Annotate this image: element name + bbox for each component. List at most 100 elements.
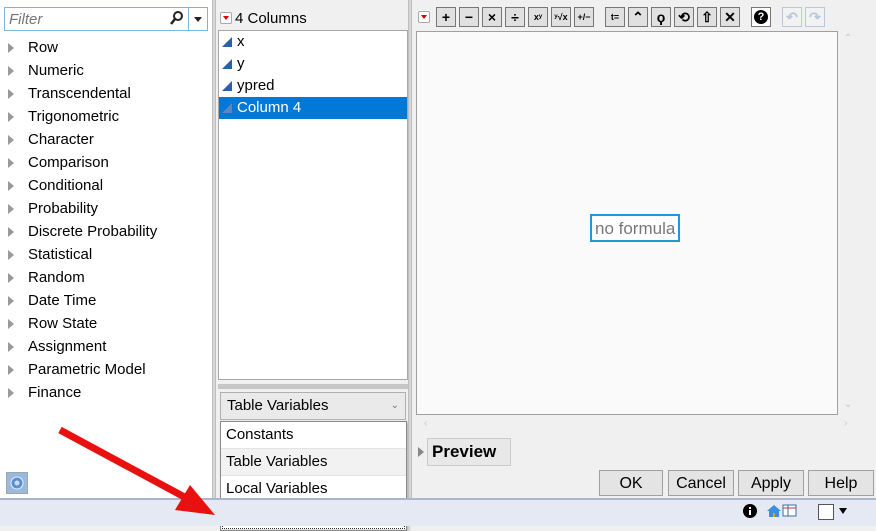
expand-triangle-icon[interactable]: [8, 226, 14, 237]
function-category-item[interactable]: Assignment: [8, 335, 157, 358]
assign-button[interactable]: t=: [605, 7, 625, 27]
arrow-head: [175, 485, 215, 515]
close-icon: ✕: [724, 8, 736, 25]
function-category-item[interactable]: Conditional: [8, 174, 157, 197]
expand-triangle-icon[interactable]: [8, 318, 14, 329]
ok-button[interactable]: OK: [599, 470, 663, 496]
expand-triangle-icon[interactable]: [8, 88, 14, 99]
function-category-item[interactable]: Probability: [8, 197, 157, 220]
function-category-label: Probability: [28, 200, 99, 217]
function-category-item[interactable]: Row: [8, 36, 157, 59]
splitter-columns[interactable]: [218, 384, 408, 389]
variable-type-option[interactable]: Table Variables: [221, 449, 406, 476]
vertical-scrollbar[interactable]: ⌃ ⌄: [840, 31, 857, 415]
expand-triangle-icon[interactable]: [8, 203, 14, 214]
expand-triangle-icon[interactable]: [8, 249, 14, 260]
expand-triangle-icon[interactable]: [8, 180, 14, 191]
columns-list: x y ypred Column 4: [218, 30, 408, 380]
window-color-swatch[interactable]: [818, 504, 834, 520]
filter-options-dropdown[interactable]: [188, 8, 207, 30]
local-button[interactable]: ϙ: [651, 7, 671, 27]
swap-button[interactable]: ⟲: [674, 7, 694, 27]
divide-button[interactable]: ÷: [505, 7, 525, 27]
columns-header: 4 Columns: [220, 8, 307, 28]
function-category-label: Assignment: [28, 338, 107, 355]
continuous-column-icon: [222, 103, 232, 113]
delete-button[interactable]: ✕: [720, 7, 740, 27]
subtract-button[interactable]: −: [459, 7, 479, 27]
filter-box[interactable]: [4, 7, 208, 31]
scroll-down-icon[interactable]: ⌄: [844, 399, 852, 410]
multiply-icon: ×: [487, 9, 497, 25]
function-category-item[interactable]: Finance: [8, 381, 157, 404]
scroll-left-icon[interactable]: ‹: [424, 418, 427, 429]
function-category-item[interactable]: Statistical: [8, 243, 157, 266]
help-button[interactable]: ?: [751, 7, 771, 27]
expand-triangle-icon[interactable]: [8, 272, 14, 283]
column-list-item[interactable]: y: [219, 53, 407, 75]
redo-button[interactable]: ↷: [805, 7, 825, 27]
column-list-item[interactable]: ypred: [219, 75, 407, 97]
expand-triangle-icon[interactable]: [8, 65, 14, 76]
function-category-item[interactable]: Character: [8, 128, 157, 151]
negate-button[interactable]: +/−: [574, 7, 594, 27]
apply-button[interactable]: Apply: [738, 470, 804, 496]
function-category-item[interactable]: Numeric: [8, 59, 157, 82]
root-icon: ʸ√x: [554, 12, 568, 22]
preview-section[interactable]: Preview: [418, 438, 512, 466]
red-triangle-menu-icon[interactable]: [220, 12, 232, 24]
peel-button[interactable]: ⌃: [628, 7, 648, 27]
horizontal-scrollbar[interactable]: ‹ ›: [416, 416, 856, 433]
help-dialog-button[interactable]: Help: [808, 470, 874, 496]
expand-triangle-icon[interactable]: [8, 111, 14, 122]
multiply-button[interactable]: ×: [482, 7, 502, 27]
plus-minus-icon: +/−: [577, 12, 591, 22]
function-category-label: Parametric Model: [28, 361, 146, 378]
search-icon[interactable]: [169, 10, 185, 30]
filter-input[interactable]: [5, 8, 173, 30]
expand-triangle-icon[interactable]: [8, 134, 14, 145]
function-category-label: Trigonometric: [28, 108, 120, 125]
info-icon[interactable]: [743, 504, 757, 522]
function-category-item[interactable]: Date Time: [8, 289, 157, 312]
undo-button[interactable]: ↶: [782, 7, 802, 27]
expand-triangle-icon[interactable]: [8, 295, 14, 306]
function-category-item[interactable]: Transcendental: [8, 82, 157, 105]
expand-triangle-icon[interactable]: [8, 157, 14, 168]
add-button[interactable]: +: [436, 7, 456, 27]
function-category-label: Transcendental: [28, 85, 131, 102]
expand-triangle-icon[interactable]: [8, 42, 14, 53]
splitter-right[interactable]: [408, 0, 412, 498]
settings-gear-button[interactable]: [6, 472, 28, 494]
function-category-item[interactable]: Parametric Model: [8, 358, 157, 381]
column-list-item[interactable]: x: [219, 31, 407, 53]
home-icon[interactable]: [766, 504, 782, 522]
root-button[interactable]: ʸ√x: [551, 7, 571, 27]
expand-triangle-icon[interactable]: [8, 387, 14, 398]
preview-toggle[interactable]: Preview: [427, 438, 512, 466]
expand-triangle-icon[interactable]: [8, 341, 14, 352]
function-category-item[interactable]: Comparison: [8, 151, 157, 174]
power-button[interactable]: xʸ: [528, 7, 548, 27]
data-table-icon[interactable]: [782, 504, 798, 522]
formula-placeholder-box[interactable]: no formula: [590, 214, 681, 242]
scroll-up-icon[interactable]: ⌃: [844, 33, 852, 44]
function-category-label: Statistical: [28, 246, 93, 263]
cancel-button[interactable]: Cancel: [668, 470, 734, 496]
scroll-right-icon[interactable]: ›: [844, 418, 847, 429]
variable-type-dropdown[interactable]: Table Variables ⌄: [220, 392, 406, 420]
splitter-left[interactable]: [212, 0, 216, 498]
unpeel-button[interactable]: ⇧: [697, 7, 717, 27]
minus-icon: −: [464, 9, 474, 25]
disclosure-triangle-icon[interactable]: [418, 447, 424, 457]
column-list-item[interactable]: Column 4: [219, 97, 407, 119]
function-category-item[interactable]: Row State: [8, 312, 157, 335]
function-category-item[interactable]: Trigonometric: [8, 105, 157, 128]
chevron-down-icon[interactable]: [838, 504, 848, 522]
function-category-item[interactable]: Random: [8, 266, 157, 289]
function-category-item[interactable]: Discrete Probability: [8, 220, 157, 243]
expand-triangle-icon[interactable]: [8, 364, 14, 375]
editor-red-triangle-menu-icon[interactable]: [418, 11, 430, 23]
continuous-column-icon: [222, 59, 232, 69]
variable-type-option[interactable]: Constants: [221, 422, 406, 449]
